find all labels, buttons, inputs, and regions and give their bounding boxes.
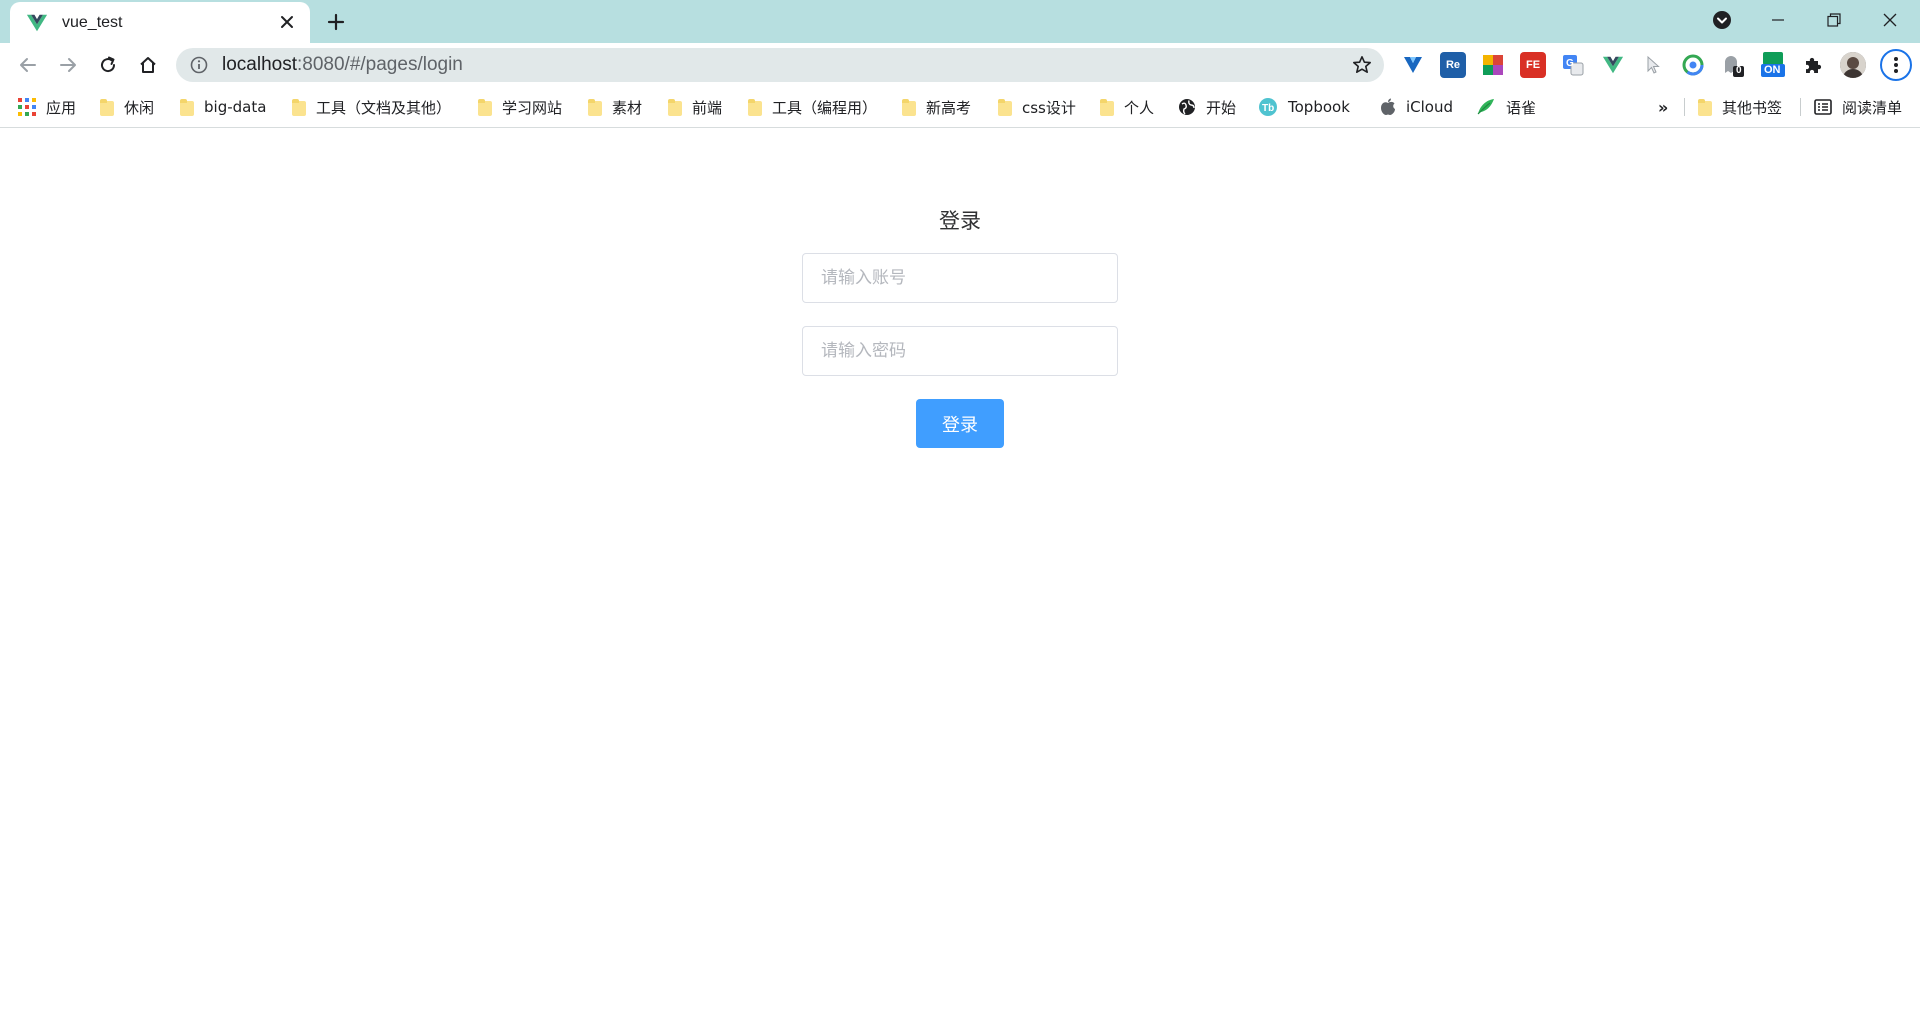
folder-icon [748,98,762,116]
bookmark-topbook[interactable]: Tb Topbook [1258,95,1350,119]
url-host: localhost [222,54,297,75]
tab-strip: vue_test [0,0,1920,43]
bookmark-label: 语雀 [1506,98,1537,117]
url-path: :8080/#/pages/login [297,54,463,75]
re-extension-icon[interactable]: Re [1440,52,1466,78]
bookmarks-divider [1800,98,1801,116]
account-input[interactable] [802,253,1118,303]
bookmark-label: 应用 [46,98,77,117]
bookmark-label: 阅读清单 [1842,98,1903,117]
bookmark-folder[interactable]: css设计 [998,95,1076,119]
svg-text:G: G [1566,58,1574,69]
profile-avatar[interactable] [1840,52,1866,78]
home-icon[interactable] [132,49,164,81]
translate-extension-icon[interactable]: G [1560,52,1586,78]
bookmark-label: 其他书签 [1722,98,1783,117]
bookmark-apps[interactable]: 应用 [18,95,76,119]
vue-logo-icon [26,14,48,31]
browser-tab[interactable]: vue_test [10,2,310,43]
apple-icon [1381,98,1395,115]
close-window-icon[interactable] [1862,0,1918,40]
extension-badge-count: 0 [1736,65,1742,76]
new-tab-icon[interactable] [322,8,350,36]
bookmark-yuque[interactable]: 语雀 [1476,95,1536,119]
minimize-icon[interactable] [1750,0,1806,40]
folder-icon [478,98,492,116]
svg-text:Tb: Tb [1262,103,1274,114]
bookmark-label: 个人 [1124,98,1155,117]
forward-arrow-icon[interactable] [52,49,84,81]
page-title: 登录 [939,209,981,233]
login-button[interactable]: 登录 [916,399,1004,448]
bookmark-icloud[interactable]: iCloud [1380,95,1453,119]
folder-icon [292,98,306,116]
on-badge-label: ON [1764,64,1781,76]
vue-devtools-extension-icon[interactable] [1600,52,1626,78]
bookmarks-overflow-icon[interactable]: » [1658,95,1668,119]
fe-extension-icon[interactable]: FE [1520,52,1546,78]
globe-icon [1179,99,1195,115]
reading-list[interactable]: 阅读清单 [1814,95,1902,119]
bookmark-folder[interactable]: big-data [180,95,266,119]
bookmark-folder[interactable]: 素材 [588,95,642,119]
bookmark-label: css设计 [1022,98,1076,117]
bookmarks-bar: 应用 休闲 big-data 工具（文档及其他） 学习网站 素材 前端 工具（编… [0,86,1920,128]
folder-icon [668,98,682,116]
site-info-icon[interactable] [190,56,208,74]
bookmark-folder[interactable]: 学习网站 [478,95,562,119]
bookmark-label: 工具（编程用） [772,98,878,117]
bookmark-label: Topbook [1288,98,1350,116]
puzzle-extensions-icon[interactable] [1800,52,1826,78]
bookmark-star-icon[interactable] [1352,55,1372,75]
cursor-extension-icon[interactable] [1640,52,1666,78]
folder-icon [998,98,1012,116]
bookmark-folder[interactable]: 新高考 [902,95,971,119]
folder-icon [180,98,194,116]
apps-grid-icon [18,98,36,116]
color-palette-extension-icon[interactable] [1480,52,1506,78]
bookmark-label: 前端 [692,98,723,117]
url-text[interactable]: localhost:8080/#/pages/login [222,54,463,76]
yuque-icon [1477,99,1494,115]
bookmark-label: iCloud [1406,98,1454,116]
folder-icon [100,98,114,116]
reading-list-icon [1814,99,1832,115]
folder-icon [588,98,602,116]
password-input[interactable] [802,326,1118,376]
bookmark-label: 休闲 [124,98,155,117]
browser-menu-icon[interactable] [1880,49,1912,81]
ghost-extension-icon[interactable]: 0 [1720,52,1746,78]
back-arrow-icon[interactable] [12,49,44,81]
page-content: 登录 登录 [0,129,1920,1030]
bookmark-folder[interactable]: 休闲 [100,95,154,119]
browser-toolbar: localhost:8080/#/pages/login Re FE G 0 O… [0,43,1920,86]
other-bookmarks[interactable]: 其他书签 [1698,95,1782,119]
tab-title: vue_test [62,13,123,31]
bookmark-label: big-data [204,98,267,116]
topbook-icon: Tb [1259,98,1277,116]
folder-icon [902,98,916,116]
bookmark-folder[interactable]: 前端 [668,95,722,119]
restore-icon[interactable] [1806,0,1862,40]
tab-search-icon[interactable] [1694,0,1750,40]
address-bar[interactable]: localhost:8080/#/pages/login [176,48,1384,82]
tab-close-icon[interactable] [276,11,298,33]
vuetify-extension-icon[interactable] [1400,52,1426,78]
folder-icon [1698,98,1712,116]
bookmark-start[interactable]: 开始 [1178,95,1236,119]
bookmark-folder[interactable]: 个人 [1100,95,1154,119]
bookmark-label: 新高考 [926,98,972,117]
chrome-ring-extension-icon[interactable] [1680,52,1706,78]
bookmark-label: 工具（文档及其他） [316,98,452,117]
bookmark-folder[interactable]: 工具（文档及其他） [292,95,451,119]
on-toggle-extension-icon[interactable]: ON [1760,52,1786,78]
bookmark-label: 开始 [1206,98,1237,117]
bookmark-label: 素材 [612,98,643,117]
reload-icon[interactable] [92,49,124,81]
folder-icon [1100,98,1114,116]
bookmark-folder[interactable]: 工具（编程用） [748,95,877,119]
bookmark-label: 学习网站 [502,98,563,117]
bookmarks-divider [1684,98,1685,116]
